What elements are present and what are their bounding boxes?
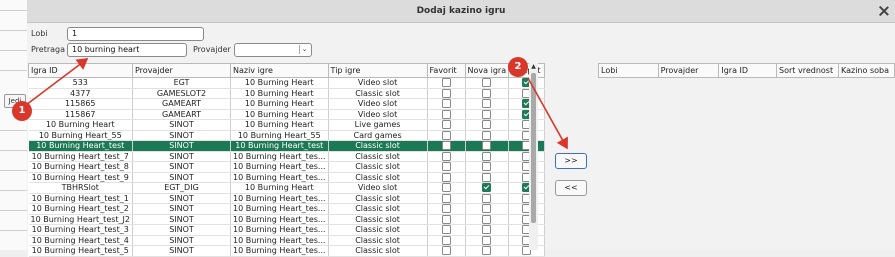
annotation-badge-2: 2 [508, 57, 528, 77]
annotation-arrow-1 [21, 58, 89, 109]
annotation-overlay [21, 58, 568, 150]
annotation-badge-1: 1 [12, 101, 32, 121]
annotation-arrow-2 [527, 77, 568, 150]
